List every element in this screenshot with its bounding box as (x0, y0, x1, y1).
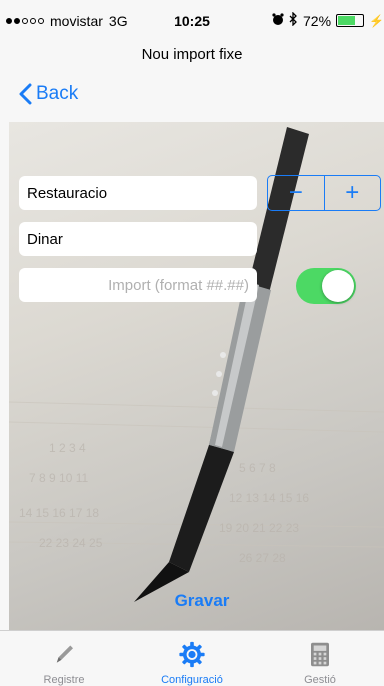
svg-text:22 23 24 25: 22 23 24 25 (39, 536, 103, 550)
subcategory-field[interactable]: Dinar (19, 222, 257, 256)
back-label: Back (36, 83, 79, 104)
pencil-icon (56, 645, 73, 663)
fixed-amount-toggle[interactable] (296, 268, 356, 304)
stepper-minus-button[interactable]: − (268, 176, 324, 210)
calculator-icon (311, 642, 329, 667)
tab-label: Configuració (161, 674, 223, 686)
stepper-plus-button[interactable]: + (323, 176, 381, 210)
battery-percent: 72% (303, 12, 332, 29)
bluetooth-icon (289, 11, 298, 29)
tab-bar: Registre Configuració Gestió (0, 630, 384, 686)
page-title: Nou import fixe (141, 46, 243, 63)
svg-text:5 6 7 8: 5 6 7 8 (239, 461, 276, 475)
svg-text:1 2 3 4: 1 2 3 4 (49, 441, 86, 455)
amount-input[interactable]: Import (format ##.##) (19, 268, 257, 302)
charging-icon: ⚡ (369, 13, 384, 28)
save-button[interactable]: Gravar (0, 591, 384, 611)
tab-label: Gestió (304, 674, 336, 686)
svg-text:26 27 28: 26 27 28 (239, 551, 286, 565)
gear-icon (179, 641, 205, 668)
tab-gestio[interactable]: Gestió (256, 631, 384, 686)
svg-text:12 13 14 15 16: 12 13 14 15 16 (229, 491, 309, 505)
back-button[interactable]: Back (18, 83, 78, 105)
status-bar: movistar 3G 10:25 72% ⚡ (0, 0, 384, 40)
svg-text:14 15 16 17 18: 14 15 16 17 18 (19, 506, 99, 520)
tab-configuracio[interactable]: Configuració (128, 631, 256, 686)
tab-registre[interactable]: Registre (0, 631, 128, 686)
alarm-icon (272, 12, 284, 29)
status-right: 72% ⚡ (272, 11, 384, 29)
tab-label: Registre (43, 674, 85, 686)
battery-icon (336, 14, 365, 27)
toggle-knob (322, 270, 354, 302)
chevron-left-icon (19, 83, 32, 105)
svg-text:7 8 9 10 11: 7 8 9 10 11 (29, 471, 88, 485)
svg-text:19 20 21 22 23: 19 20 21 22 23 (219, 521, 299, 535)
category-stepper: − + (267, 175, 381, 211)
category-field[interactable]: Restauracio (19, 176, 257, 210)
